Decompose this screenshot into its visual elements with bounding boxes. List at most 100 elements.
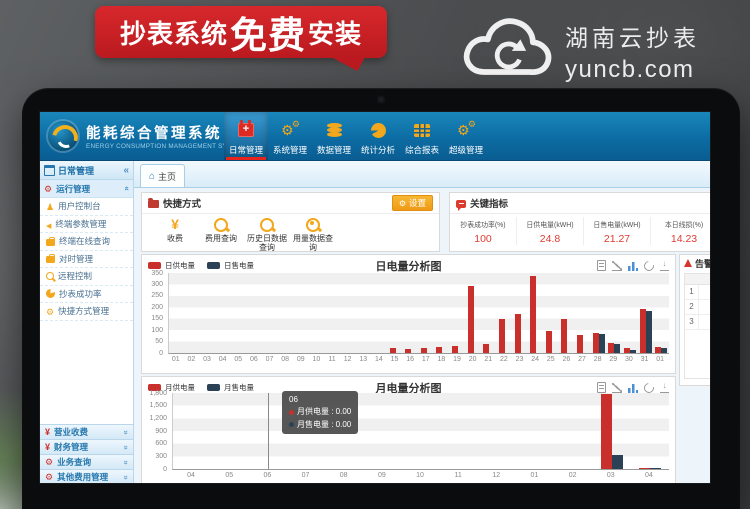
save-image-icon[interactable] bbox=[660, 382, 669, 393]
tab-label: 主页 bbox=[158, 170, 176, 183]
sidebar-section-label: 财务管理 bbox=[54, 441, 88, 453]
kpi-label: 日售电量(kWH) bbox=[587, 219, 648, 229]
sidebar-item-user-console[interactable]: 用户控制台 bbox=[40, 198, 133, 216]
magnifier-icon bbox=[46, 272, 54, 280]
app-screen: 能耗综合管理系统 ENERGY CONSUMPTION MANAGEMENT S… bbox=[40, 112, 710, 483]
x-axis-label: 04 bbox=[187, 472, 195, 479]
monitor-bezel: 能耗综合管理系统 ENERGY CONSUMPTION MANAGEMENT S… bbox=[22, 88, 740, 509]
app-header: 能耗综合管理系统 ENERGY CONSUMPTION MANAGEMENT S… bbox=[40, 112, 710, 161]
app-logo: 能耗综合管理系统 ENERGY CONSUMPTION MANAGEMENT S… bbox=[48, 112, 218, 160]
chevrons-up-icon[interactable] bbox=[122, 186, 131, 190]
bar-日售电量 bbox=[599, 334, 605, 353]
chart-toolbar bbox=[597, 260, 669, 271]
shortcut-charge[interactable]: 收费 bbox=[152, 217, 198, 252]
restore-icon[interactable] bbox=[642, 259, 656, 273]
data-view-icon[interactable] bbox=[597, 382, 606, 393]
settings-button[interactable]: 设置 bbox=[392, 195, 433, 211]
tab-home[interactable]: 主页 bbox=[140, 164, 185, 187]
x-axis-label: 10 bbox=[416, 472, 424, 479]
nav-item-system-management[interactable]: 系统管理 bbox=[268, 112, 312, 160]
alarm-table: 1 2 3 bbox=[684, 273, 710, 379]
x-axis-label: 05 bbox=[225, 472, 233, 479]
sidebar-panel-header[interactable]: 日常管理 bbox=[40, 161, 133, 180]
sidebar-section-operation[interactable]: 运行管理 bbox=[40, 180, 133, 198]
sidebar-item-shortcut-management[interactable]: 快捷方式管理 bbox=[40, 303, 133, 321]
x-axis-label: 01 bbox=[656, 356, 664, 363]
nav-item-reports[interactable]: 综合报表 bbox=[400, 112, 444, 160]
brand-logo: 湖南云抄表 yuncb.com bbox=[461, 10, 700, 93]
line-chart-switch-icon[interactable] bbox=[612, 383, 622, 393]
gear-red-icon bbox=[45, 472, 53, 482]
sidebar-section-business-query[interactable]: 业务查询 bbox=[40, 454, 133, 469]
sidebar-item-remote-control[interactable]: 远程控制 bbox=[40, 268, 133, 286]
nav-item-super-management[interactable]: 超级管理 bbox=[444, 112, 488, 160]
y-axis-label: 100 bbox=[142, 327, 163, 334]
shortcut-history-daily-data-query[interactable]: 历史日数据查询 bbox=[244, 217, 290, 252]
sidebar-item-time-sync[interactable]: 对时管理 bbox=[40, 251, 133, 269]
nav-label: 超级管理 bbox=[449, 144, 483, 156]
sidebar-item-terminal-online[interactable]: 终端在线查询 bbox=[40, 233, 133, 251]
sidebar-item-label: 对时管理 bbox=[59, 253, 93, 265]
sidebar-item-terminal-params[interactable]: 终端参数管理 bbox=[40, 216, 133, 234]
save-image-icon[interactable] bbox=[660, 260, 669, 271]
bar-日供电量 bbox=[405, 349, 411, 353]
promo-banner: 抄表系统免费安装 bbox=[95, 6, 387, 58]
sidebar-section-finance-management[interactable]: 财务管理 bbox=[40, 439, 133, 454]
chevrons-left-icon[interactable] bbox=[123, 165, 129, 176]
chart-plot-area bbox=[172, 393, 669, 470]
alarm-row[interactable]: 3 bbox=[685, 315, 710, 330]
y-axis-label: 1,500 bbox=[142, 402, 167, 409]
alarm-title: 告警 bbox=[695, 257, 710, 270]
shortcut-usage-data-query[interactable]: 用量数据查询 bbox=[290, 217, 336, 252]
x-axis-label: 19 bbox=[453, 356, 461, 363]
sidebar-section-label: 业务查询 bbox=[57, 456, 91, 468]
sidebar-item-read-success-rate[interactable]: 抄表成功率 bbox=[40, 286, 133, 304]
tooltip-crosshair bbox=[268, 393, 269, 469]
y-axis-label: 250 bbox=[142, 292, 163, 299]
gear-red-icon bbox=[44, 184, 52, 194]
chevrons-down-icon[interactable] bbox=[121, 475, 130, 479]
bar-chart-switch-icon[interactable] bbox=[628, 261, 638, 271]
sidebar-collapsed-sections: 营业收费 财务管理 业务查询 其他费用管 bbox=[40, 424, 133, 483]
speaker-icon bbox=[46, 215, 51, 233]
nav-item-statistics[interactable]: 统计分析 bbox=[356, 112, 400, 160]
bar-chart-switch-icon[interactable] bbox=[628, 383, 638, 393]
shortcut-label: 历史日数据查询 bbox=[244, 234, 290, 252]
dashboard-content: 快捷方式 设置 收费 费用查询 bbox=[134, 188, 710, 483]
data-view-icon[interactable] bbox=[597, 260, 606, 271]
sidebar-section-other-fees[interactable]: 其他费用管理 bbox=[40, 469, 133, 483]
kpi-panel: 关键指标 抄表成功率(%) 100 日供电量(kWH) 24.8 bbox=[449, 192, 710, 252]
nav-item-daily-management[interactable]: 日常管理 bbox=[224, 112, 268, 160]
shortcuts-panel: 快捷方式 设置 收费 费用查询 bbox=[141, 192, 440, 252]
x-axis-label: 27 bbox=[578, 356, 586, 363]
nav-item-data-management[interactable]: 数据管理 bbox=[312, 112, 356, 160]
panel-icon bbox=[44, 165, 55, 176]
x-axis-label: 13 bbox=[359, 356, 367, 363]
bar-日供电量 bbox=[546, 331, 552, 353]
y-axis-label: 300 bbox=[142, 281, 163, 288]
x-axis-label: 09 bbox=[297, 356, 305, 363]
x-axis-label: 06 bbox=[250, 356, 258, 363]
sidebar-item-label: 抄表成功率 bbox=[59, 288, 102, 300]
tooltip-title: 06 bbox=[289, 394, 351, 406]
alarm-row[interactable]: 2 bbox=[685, 300, 710, 315]
alarm-row[interactable]: 1 bbox=[685, 285, 710, 300]
kpi-label: 本日线损(%) bbox=[654, 219, 710, 229]
chevrons-down-icon[interactable] bbox=[121, 460, 130, 464]
chevrons-down-icon[interactable] bbox=[121, 430, 130, 434]
report-grid-icon bbox=[414, 124, 430, 137]
comment-icon bbox=[456, 200, 466, 208]
chevrons-down-icon[interactable] bbox=[121, 445, 130, 449]
line-chart-switch-icon[interactable] bbox=[612, 261, 622, 271]
y-axis-label: 150 bbox=[142, 315, 163, 322]
sidebar-item-label: 远程控制 bbox=[58, 270, 92, 282]
x-axis-label: 12 bbox=[344, 356, 352, 363]
sidebar-section-business-fees[interactable]: 营业收费 bbox=[40, 424, 133, 439]
warning-triangle-icon bbox=[684, 259, 692, 267]
folder-icon bbox=[148, 200, 159, 208]
bar-日供电量 bbox=[499, 319, 505, 353]
x-axis-label: 04 bbox=[219, 356, 227, 363]
shortcut-fee-query[interactable]: 费用查询 bbox=[198, 217, 244, 252]
magnifier-icon bbox=[214, 218, 228, 232]
alarm-table-header bbox=[685, 274, 710, 285]
